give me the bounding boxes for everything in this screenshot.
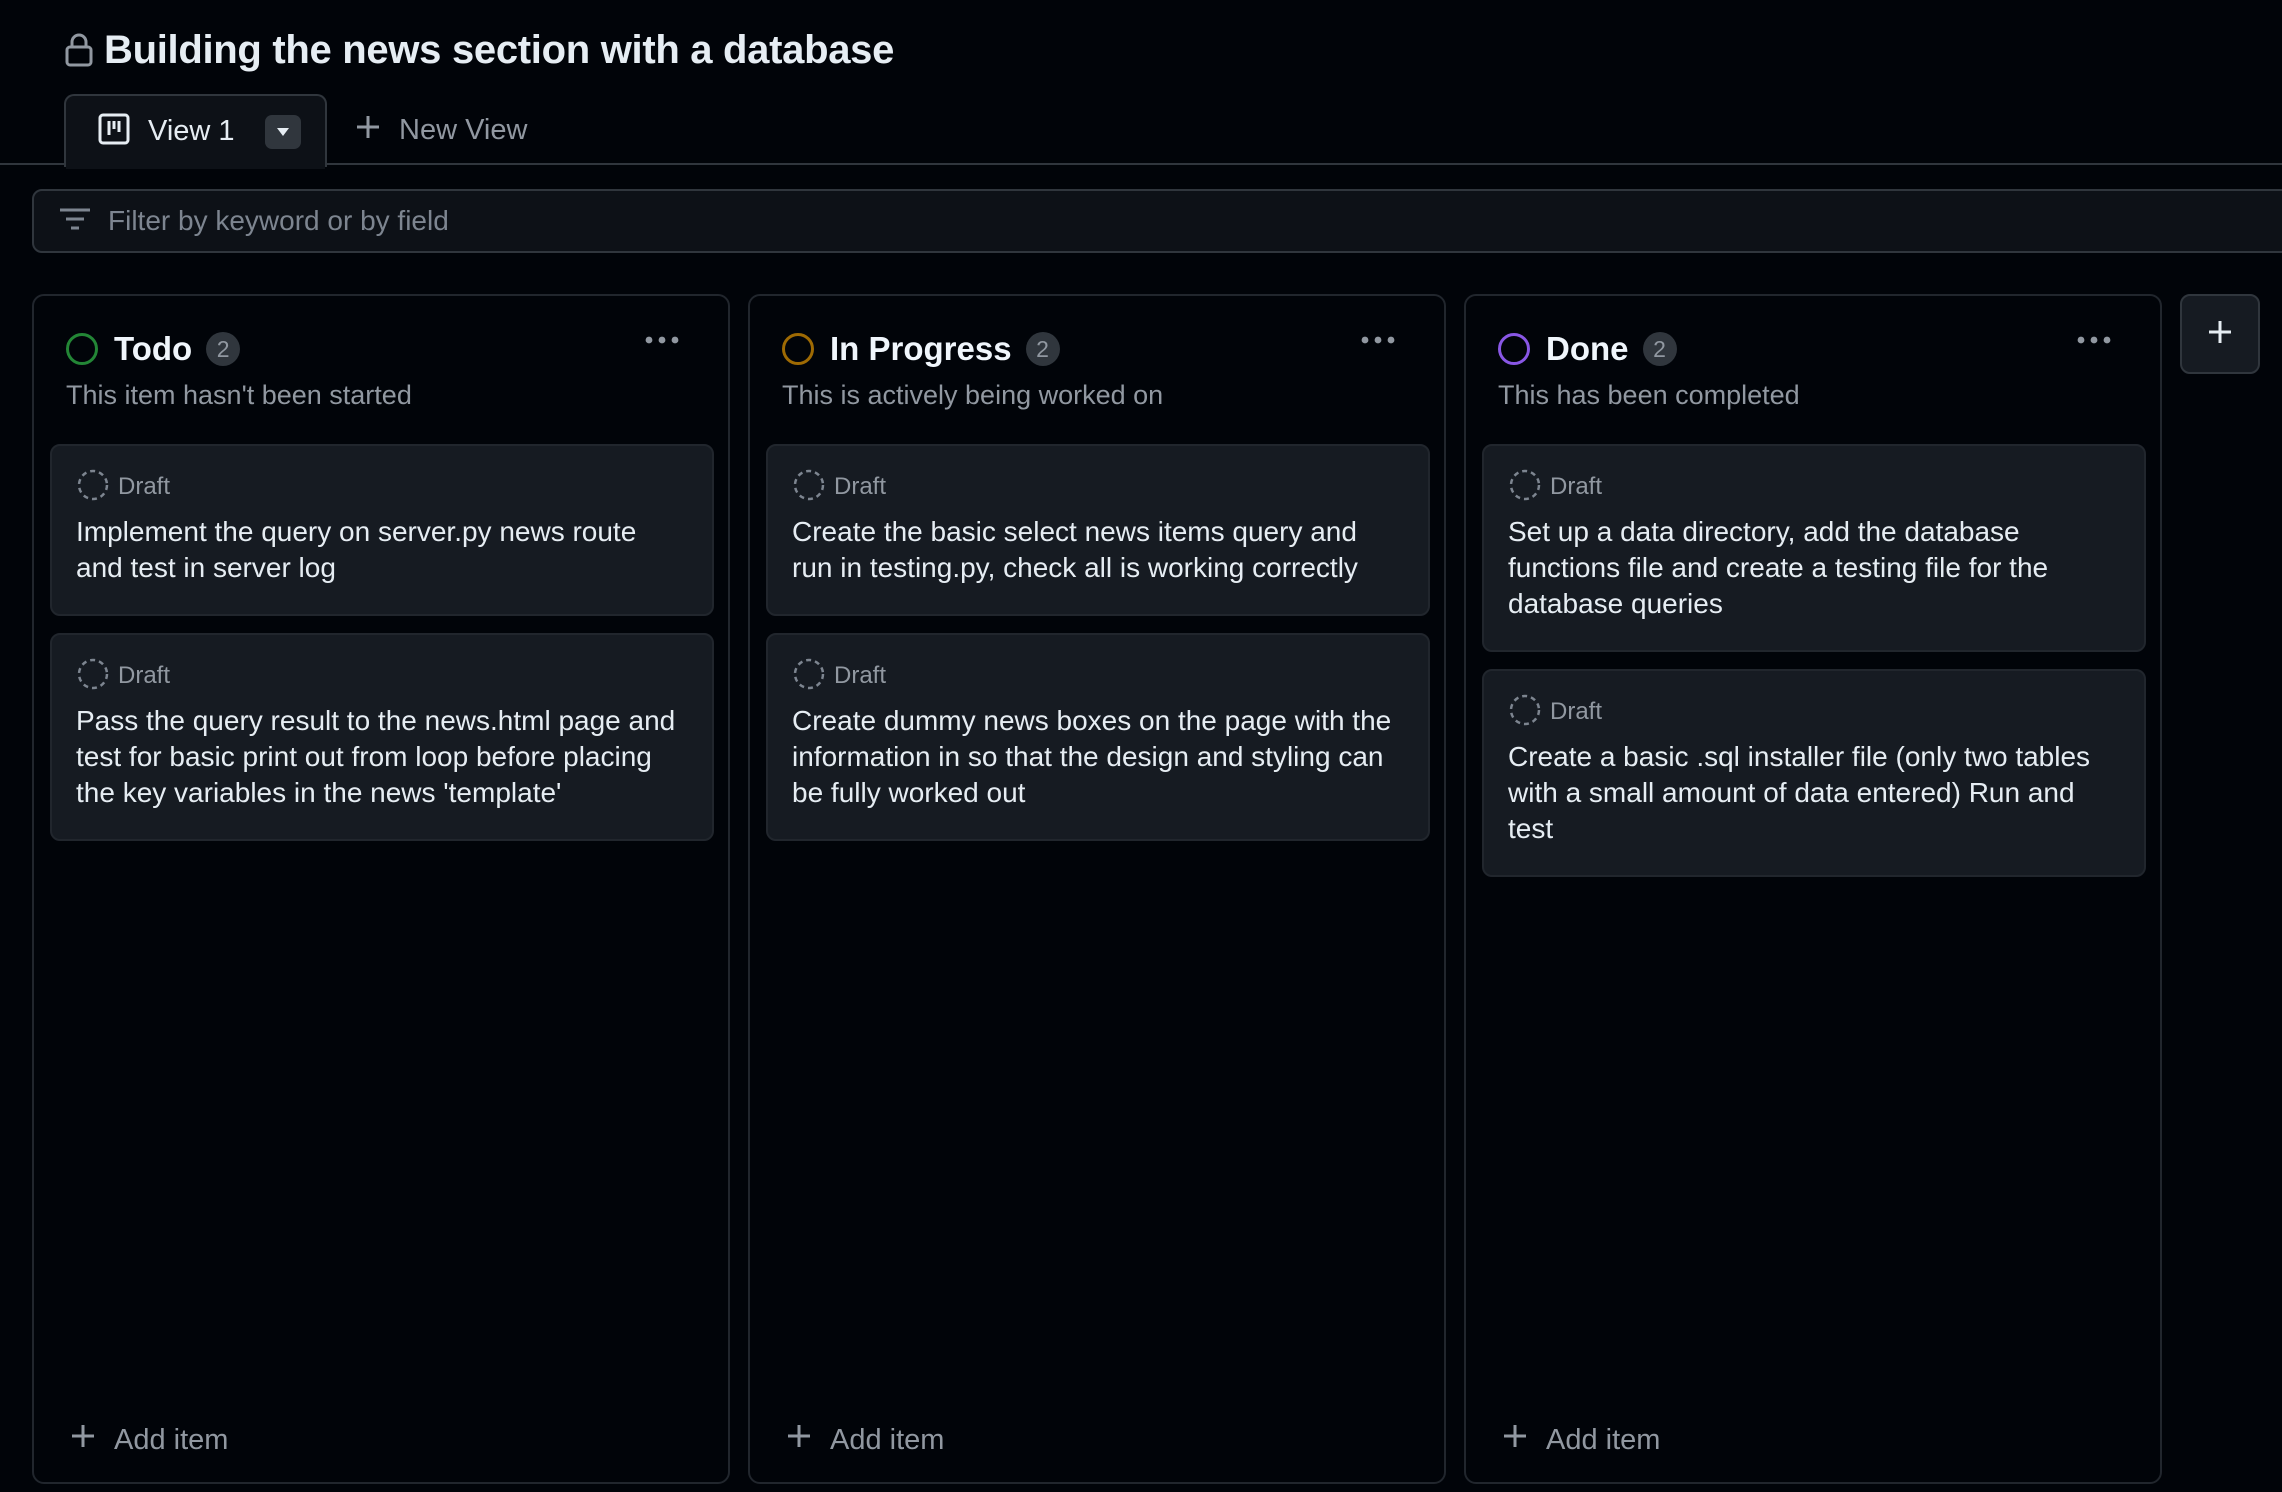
draft-circle-icon bbox=[1508, 468, 1542, 507]
column-title: Todo bbox=[114, 330, 193, 367]
draft-card[interactable]: Draft Set up a data directory, add the d… bbox=[1482, 444, 2146, 652]
filter-placeholder: Filter by keyword or by field bbox=[108, 205, 449, 236]
plus-icon bbox=[355, 114, 381, 148]
column-in-progress: In Progress 2 This is actively being wor… bbox=[748, 294, 1446, 1484]
lock-icon bbox=[64, 33, 94, 67]
card-status: Draft bbox=[792, 468, 1404, 507]
card-title[interactable]: Create the basic select news items query… bbox=[792, 514, 1404, 586]
new-view-button[interactable]: New View bbox=[327, 94, 527, 167]
draft-circle-icon bbox=[1508, 693, 1542, 732]
view-options-button[interactable] bbox=[264, 114, 301, 149]
view-tabs: View 1 New View bbox=[64, 94, 527, 169]
count-badge: 2 bbox=[1642, 332, 1677, 366]
count-badge: 2 bbox=[1025, 332, 1060, 366]
add-item-label: Add item bbox=[114, 1423, 229, 1456]
draft-circle-icon bbox=[76, 468, 110, 507]
column-header: Done 2 bbox=[1498, 324, 1677, 374]
add-column-button[interactable] bbox=[2180, 294, 2260, 374]
draft-circle-icon bbox=[792, 657, 826, 696]
kebab-horizontal-icon[interactable] bbox=[2076, 332, 2112, 350]
status-circle-icon bbox=[1498, 333, 1530, 365]
kebab-horizontal-icon[interactable] bbox=[644, 332, 680, 350]
column-todo: Todo 2 This item hasn't been started Dra… bbox=[32, 294, 730, 1484]
draft-label: Draft bbox=[834, 473, 887, 500]
kebab-horizontal-icon[interactable] bbox=[1360, 332, 1396, 350]
add-item-label: Add item bbox=[1546, 1423, 1661, 1456]
column-done: Done 2 This has been completed Draft Set… bbox=[1464, 294, 2162, 1484]
tab-label: View 1 bbox=[148, 115, 235, 147]
new-view-label: New View bbox=[399, 114, 528, 146]
card-status: Draft bbox=[792, 657, 1404, 696]
tab-view-1[interactable]: View 1 bbox=[64, 94, 327, 169]
draft-label: Draft bbox=[1550, 698, 1603, 725]
card-title[interactable]: Pass the query result to the news.html p… bbox=[76, 703, 688, 811]
card-status: Draft bbox=[76, 468, 688, 507]
column-title: Done bbox=[1546, 330, 1629, 367]
add-item-button[interactable]: Add item bbox=[1502, 1420, 1660, 1460]
draft-label: Draft bbox=[118, 473, 171, 500]
draft-label: Draft bbox=[1550, 473, 1603, 500]
draft-card[interactable]: Draft Create the basic select news items… bbox=[766, 444, 1430, 616]
draft-circle-icon bbox=[76, 657, 110, 696]
triangle-down-icon bbox=[276, 127, 289, 136]
status-circle-icon bbox=[66, 333, 98, 365]
column-header: In Progress 2 bbox=[782, 324, 1060, 374]
draft-card[interactable]: Draft Pass the query result to the news.… bbox=[50, 633, 714, 841]
count-badge: 2 bbox=[206, 332, 241, 366]
draft-circle-icon bbox=[792, 468, 826, 507]
card-title[interactable]: Implement the query on server.py news ro… bbox=[76, 514, 688, 586]
add-item-button[interactable]: Add item bbox=[70, 1420, 228, 1460]
card-title[interactable]: Create dummy news boxes on the page with… bbox=[792, 703, 1404, 811]
card-title[interactable]: Set up a data directory, add the databas… bbox=[1508, 514, 2120, 622]
draft-card[interactable]: Draft Create a basic .sql installer file… bbox=[1482, 669, 2146, 877]
draft-card[interactable]: Draft Implement the query on server.py n… bbox=[50, 444, 714, 616]
card-status: Draft bbox=[1508, 468, 2120, 507]
card-title[interactable]: Create a basic .sql installer file (only… bbox=[1508, 739, 2120, 847]
filter-icon bbox=[58, 206, 92, 237]
draft-label: Draft bbox=[834, 662, 887, 689]
draft-card[interactable]: Draft Create dummy news boxes on the pag… bbox=[766, 633, 1430, 841]
project-header: Building the news section with a databas… bbox=[0, 0, 2282, 169]
column-header: Todo 2 bbox=[66, 324, 241, 374]
column-description: This item hasn't been started bbox=[66, 380, 412, 410]
column-description: This has been completed bbox=[1498, 380, 1800, 410]
column-title: In Progress bbox=[830, 330, 1012, 367]
status-circle-icon bbox=[782, 333, 814, 365]
plus-icon bbox=[1502, 1423, 1528, 1457]
add-item-label: Add item bbox=[830, 1423, 945, 1456]
plus-icon bbox=[2206, 318, 2234, 351]
plus-icon bbox=[786, 1423, 812, 1457]
draft-label: Draft bbox=[118, 662, 171, 689]
card-status: Draft bbox=[1508, 693, 2120, 732]
board-icon bbox=[98, 113, 130, 150]
add-item-button[interactable]: Add item bbox=[786, 1420, 944, 1460]
title-row: Building the news section with a databas… bbox=[64, 22, 894, 78]
column-description: This is actively being worked on bbox=[782, 380, 1164, 410]
card-status: Draft bbox=[76, 657, 688, 696]
page-title: Building the news section with a databas… bbox=[104, 27, 895, 72]
plus-icon bbox=[70, 1423, 96, 1457]
filter-input[interactable]: Filter by keyword or by field bbox=[32, 189, 2282, 253]
